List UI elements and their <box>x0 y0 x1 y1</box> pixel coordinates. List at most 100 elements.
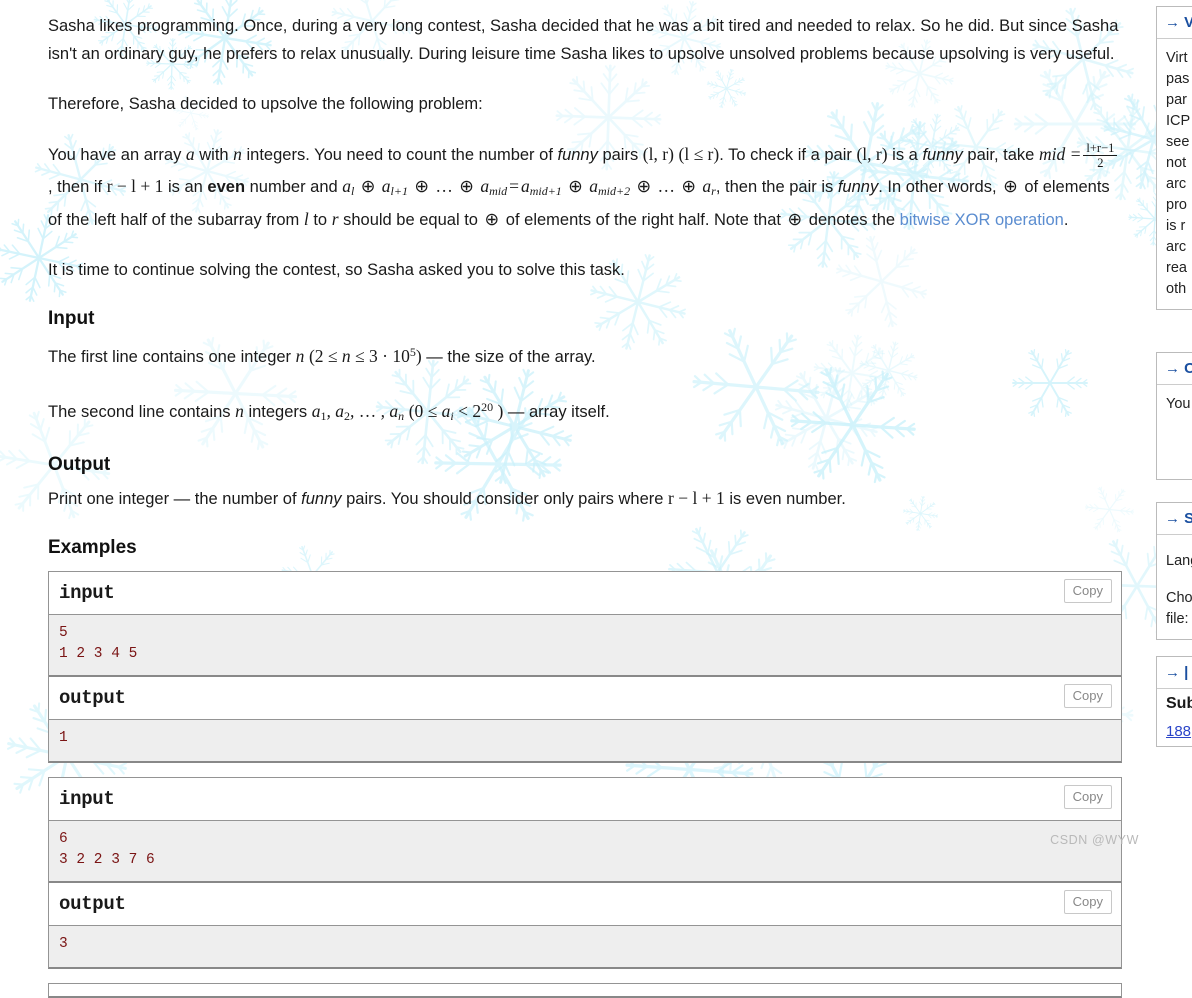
sidebar-panel-1-line-7: pro <box>1166 195 1192 216</box>
sidebar-panel-1-line-6: arc <box>1166 174 1192 195</box>
math-pair-lr-1: (l, r) <box>643 144 674 164</box>
sample-2-output-header: output Copy <box>49 881 1121 926</box>
sidebar-panel-2-line-0: You <box>1166 394 1192 415</box>
sidebar-panel-1-line-1: pas <box>1166 69 1192 90</box>
input-line2-text-a: The second line contains <box>48 403 235 421</box>
funny-word-3: funny <box>838 178 878 196</box>
sidebar-panel-3-line-3: file: <box>1166 609 1192 630</box>
sidebar-submissions-header[interactable]: → | <box>1157 657 1192 689</box>
desc-text-2: with <box>195 146 234 164</box>
output-text-a: Print one integer — the number of <box>48 490 301 508</box>
sidebar-panel-2-header[interactable]: → C <box>1157 353 1192 385</box>
sidebar-panel-submit[interactable]: → S Lang Cho file: <box>1156 502 1192 640</box>
problem-page: Sasha likes programming. Once, during a … <box>0 0 1192 863</box>
continue-paragraph: It is time to continue solving the conte… <box>48 256 1122 284</box>
input-line2: The second line contains n integers a1, … <box>48 393 1122 430</box>
sample-test-3 <box>48 983 1122 998</box>
math-pair-lr-le: (l ≤ r) <box>679 144 720 164</box>
therefore-paragraph: Therefore, Sasha decided to upsolve the … <box>48 90 1122 118</box>
desc-text-3: integers. You need to count the number o… <box>242 146 558 164</box>
sample-1-input-label: input <box>59 582 115 604</box>
xor-symbol-1: ⊕ <box>1001 176 1020 196</box>
math-xor-chain-left: al ⊕ al+1 ⊕ … ⊕ amid <box>342 176 507 196</box>
sidebar-panel-3-line-2: Cho <box>1166 588 1192 609</box>
sidebar-panel-1-line-0: Virt <box>1166 48 1192 69</box>
math-r-l-1: r − l + 1 <box>107 176 164 196</box>
sidebar-panel-1-header[interactable]: → V <box>1157 7 1192 39</box>
sidebar-panel-1-body: Virt pas par ICP see not arc pro is r ar… <box>1157 39 1192 309</box>
math-xor-chain-right: amid+1 ⊕ amid+2 ⊕ … ⊕ ar <box>521 176 716 196</box>
sidebar-panel-3-spacer <box>1166 572 1192 588</box>
copy-button-sample-1-output[interactable]: Copy <box>1064 684 1112 708</box>
sidebar-panel-1-line-8: is r <box>1166 216 1192 237</box>
math-n-3: n <box>235 401 244 421</box>
sample-1-input-header: input Copy <box>49 572 1121 615</box>
desc-text-17: denotes the <box>804 211 899 229</box>
math-n-range: (2 ≤ n ≤ 3 · 105) <box>309 346 422 366</box>
math-pair-lr-2: (l, r) <box>856 144 887 164</box>
output-description: Print one integer — the number of funny … <box>48 484 1122 513</box>
sidebar-panel-contest-materials[interactable]: → C You <box>1156 352 1192 480</box>
desc-text-18: . <box>1064 211 1069 229</box>
sample-test-1: input Copy 5 1 2 3 4 5 output Copy 1 <box>48 571 1122 763</box>
even-word: even <box>207 178 245 196</box>
sidebar-panel-1-line-11: oth <box>1166 279 1192 300</box>
xor-symbol-3: ⊕ <box>786 209 805 229</box>
math-r-1: r <box>332 209 339 229</box>
input-section-title: Input <box>48 306 1122 332</box>
math-a: a <box>186 144 195 164</box>
sample-1-output-header: output Copy <box>49 675 1121 720</box>
sidebar-panel-virtual-participation[interactable]: → V Virt pas par ICP see not arc pro is … <box>1156 6 1192 310</box>
desc-text-8: , then if <box>48 178 107 196</box>
copy-button-sample-2-input[interactable]: Copy <box>1064 785 1112 809</box>
funny-word-4: funny <box>301 490 341 508</box>
desc-text-6: is a <box>888 146 923 164</box>
copy-button-sample-2-output[interactable]: Copy <box>1064 890 1112 914</box>
desc-text-14: to <box>309 211 332 229</box>
desc-text-10: number and <box>245 178 342 196</box>
input-line1-text-b: — the size of the array. <box>422 348 596 366</box>
problem-description-paragraph: You have an array a with n integers. You… <box>48 140 1122 234</box>
math-array-list: a1, a2, … , an <box>312 401 404 421</box>
input-line2-text-c: — array itself. <box>503 403 609 421</box>
sidebar-panel-1-line-2: par <box>1166 90 1192 111</box>
math-n-2: n <box>296 346 305 366</box>
examples-section-title: Examples <box>48 535 1122 561</box>
desc-text-4: pairs <box>598 146 643 164</box>
funny-word-1: funny <box>557 146 597 164</box>
fraction-denominator: 2 <box>1083 156 1117 170</box>
sample-2-input-header: input Copy <box>49 778 1121 821</box>
sample-1-input-data: 5 1 2 3 4 5 <box>49 615 1121 675</box>
sidebar-panel-1-line-4: see <box>1166 132 1192 153</box>
fraction-numerator: l+r−1 <box>1083 142 1117 156</box>
input-line1: The first line contains one integer n (2… <box>48 338 1122 371</box>
sample-2-input-label: input <box>59 788 115 810</box>
output-text-b: pairs. You should consider only pairs wh… <box>342 490 669 508</box>
sidebar-panel-1-line-9: arc <box>1166 237 1192 258</box>
desc-text-7: pair, take <box>963 146 1039 164</box>
sidebar-panel-3-body: Lang Cho file: <box>1157 535 1192 639</box>
sample-1-output-data: 1 <box>49 720 1121 761</box>
sample-2-output-label: output <box>59 893 126 915</box>
math-mid-eq: mid = <box>1039 144 1081 164</box>
sample-test-2: input Copy 6 3 2 2 3 7 6 output Copy 3 <box>48 777 1122 969</box>
bitwise-xor-link[interactable]: bitwise XOR operation <box>900 211 1064 229</box>
sidebar-submission-link[interactable]: 188 <box>1157 719 1192 746</box>
desc-text-1: You have an array <box>48 146 186 164</box>
right-sidebar: → V Virt pas par ICP see not arc pro is … <box>1148 0 1192 863</box>
sidebar-panel-3-header[interactable]: → S <box>1157 503 1192 535</box>
sidebar-panel-2-body: You <box>1157 385 1192 479</box>
math-a-range: (0 ≤ ai < 220 ) <box>409 401 504 421</box>
intro-paragraph: Sasha likes programming. Once, during a … <box>48 0 1122 68</box>
copy-button-sample-1-input[interactable]: Copy <box>1064 579 1112 603</box>
desc-text-11: , then the pair is <box>716 178 838 196</box>
sample-2-output-data: 3 <box>49 926 1121 967</box>
funny-word-2: funny <box>922 146 962 164</box>
sample-tests-container: input Copy 5 1 2 3 4 5 output Copy 1 inp… <box>48 571 1122 998</box>
math-equals: = <box>507 176 521 196</box>
sidebar-panel-3-line-0: Lang <box>1166 551 1192 572</box>
xor-symbol-2: ⊕ <box>483 209 502 229</box>
math-r-l-1-out: r − l + 1 <box>668 488 725 508</box>
math-n: n <box>233 144 242 164</box>
sidebar-panel-submissions[interactable]: → | Sub 188 <box>1156 656 1192 747</box>
